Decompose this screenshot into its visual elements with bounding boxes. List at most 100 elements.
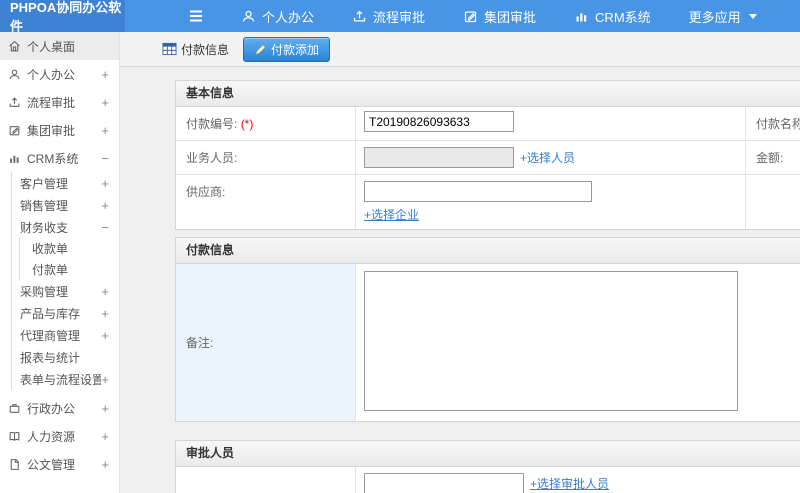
remark-field-cell [356, 264, 800, 421]
expand-indicator[interactable]: + [101, 401, 109, 416]
payment-no-label-cell: 付款编号: (*) [176, 107, 356, 140]
nav-process-approval[interactable]: 流程审批 [336, 0, 441, 32]
nav-label: 集团审批 [484, 9, 537, 25]
expand-indicator[interactable]: + [101, 306, 109, 321]
nav-label: 更多应用 [688, 9, 741, 25]
sidebar-item-label: 收款单 [32, 242, 69, 256]
crm-submenu: 客户管理 + 销售管理 + 财务收支 − 收款单 付款单 采购管理 + 产品与库… [11, 172, 119, 390]
sidebar-item-label: 流程审批 [27, 95, 76, 110]
form-row-remark: 备注: [176, 264, 800, 421]
sidebar-item-label: 个人桌面 [27, 39, 76, 54]
top-header: PHPOA协同办公软件 个人办公 流程审批 集团审批 CRM系统 更多应用 [0, 0, 800, 34]
expand-indicator[interactable]: + [101, 176, 109, 191]
expand-indicator[interactable]: + [101, 328, 109, 343]
tab-payment-add[interactable]: 付款添加 [243, 36, 331, 62]
empty-label-cell [746, 175, 800, 229]
sidebar-item-agent-mgmt[interactable]: 代理商管理 + [12, 324, 119, 346]
tab-label: 付款信息 [181, 42, 230, 57]
briefcase-icon [8, 402, 21, 415]
expand-indicator[interactable]: + [101, 457, 109, 472]
tab-label: 付款添加 [271, 42, 320, 57]
expand-indicator[interactable]: − [101, 220, 109, 235]
sidebar-item-label: 付款单 [32, 263, 69, 277]
sidebar-item-purchase-mgmt[interactable]: 采购管理 + [12, 280, 119, 302]
edit-square-icon [463, 9, 478, 24]
app-logo[interactable]: PHPOA协同办公软件 [0, 0, 125, 34]
sidebar-item-hr[interactable]: 人力资源 + [0, 422, 119, 450]
form-row-supplier: 供应商: +选择企业 [176, 175, 800, 229]
field-label: 金额: [756, 151, 784, 165]
select-company-link[interactable]: +选择企业 [364, 206, 419, 223]
document-icon [8, 458, 21, 471]
sidebar-item-label: 集团审批 [27, 123, 76, 138]
sidebar-item-reports-stats[interactable]: 报表与统计 [12, 346, 119, 368]
section-title: 审批人员 [176, 441, 800, 467]
section-basic-info: 基本信息 付款编号: (*) 付款名称: (*) [175, 80, 800, 230]
menu-toggle-icon[interactable] [173, 0, 219, 32]
sidebar-item-finance[interactable]: 财务收支 − [12, 216, 119, 238]
sidebar-item-personal-office[interactable]: 个人办公 + [0, 60, 119, 88]
sidebar-item-label: 表单与流程设置 [20, 372, 102, 387]
nav-more-apps[interactable]: 更多应用 [673, 0, 773, 32]
expand-indicator[interactable]: + [101, 372, 109, 387]
finance-submenu: 收款单 付款单 [19, 238, 119, 280]
supplier-field-cell: +选择企业 [356, 175, 746, 229]
expand-indicator[interactable]: + [101, 284, 109, 299]
payment-add-form: 基本信息 付款编号: (*) 付款名称: (*) [175, 80, 800, 493]
select-person-link[interactable]: +选择人员 [520, 149, 575, 166]
payment-no-input[interactable] [364, 111, 514, 132]
sidebar-item-document-mgmt[interactable]: 公文管理 + [0, 450, 119, 478]
sidebar: 个人桌面 个人办公 + 流程审批 + 集团审批 + CRM系统 − 客户管理 +… [0, 32, 120, 493]
select-approver-link[interactable]: +选择审批人员 [530, 475, 609, 492]
sidebar-item-label: 公文管理 [27, 457, 76, 472]
section-approval: 审批人员 设置审批人员: (*) +选择审批人员 提醒审批人员: [175, 440, 800, 493]
book-icon [8, 430, 21, 443]
person-icon [241, 9, 256, 24]
field-label: 业务人员: [186, 151, 238, 165]
sidebar-item-sales-mgmt[interactable]: 销售管理 + [12, 194, 119, 216]
form-row-approver: 设置审批人员: (*) +选择审批人员 提醒审批人员: 短消息提示 [176, 467, 800, 493]
expand-indicator[interactable]: + [101, 95, 109, 110]
caret-down-icon [748, 13, 757, 19]
sidebar-item-label: 人力资源 [27, 429, 76, 444]
sidebar-item-customer-mgmt[interactable]: 客户管理 + [12, 172, 119, 194]
sidebar-item-receipt-order[interactable]: 收款单 [20, 238, 119, 259]
submit-icon [8, 96, 21, 109]
remark-label-cell: 备注: [176, 264, 356, 421]
sidebar-item-label: 个人办公 [27, 67, 76, 82]
expand-indicator[interactable]: + [101, 198, 109, 213]
sidebar-item-label: 采购管理 [20, 284, 69, 299]
bar-chart-icon [8, 152, 21, 165]
form-row-business-person: 业务人员: +选择人员 金额: [176, 141, 800, 175]
sidebar-item-process-approval[interactable]: 流程审批 + [0, 88, 119, 116]
section-payment-info: 付款信息 备注: [175, 237, 800, 422]
sidebar-item-payment-order[interactable]: 付款单 [20, 259, 119, 280]
expand-indicator[interactable]: + [101, 67, 109, 82]
sidebar-item-product-inventory[interactable]: 产品与库存 + [12, 302, 119, 324]
approver-input[interactable] [364, 473, 524, 493]
edit-square-icon [8, 124, 21, 137]
supplier-input[interactable] [364, 181, 592, 202]
nav-group-approval[interactable]: 集团审批 [447, 0, 552, 32]
top-nav: 个人办公 流程审批 集团审批 CRM系统 更多应用 [125, 0, 800, 32]
sidebar-item-label: 行政办公 [27, 401, 76, 416]
sidebar-item-form-process-settings[interactable]: 表单与流程设置 + [12, 368, 119, 390]
expand-indicator[interactable]: + [101, 429, 109, 444]
payment-no-field-cell [356, 107, 746, 140]
expand-indicator[interactable]: − [101, 151, 109, 166]
sidebar-item-crm[interactable]: CRM系统 − [0, 144, 119, 172]
nav-crm[interactable]: CRM系统 [558, 0, 667, 32]
sidebar-item-label: 报表与统计 [20, 350, 81, 365]
sidebar-item-personal-desktop[interactable]: 个人桌面 [0, 32, 119, 60]
expand-indicator[interactable]: + [101, 123, 109, 138]
business-person-input[interactable] [364, 147, 514, 168]
sidebar-item-label: 代理商管理 [20, 328, 81, 343]
tab-payment-info[interactable]: 付款信息 [156, 37, 235, 62]
nav-personal-office[interactable]: 个人办公 [225, 0, 330, 32]
sidebar-item-admin-office[interactable]: 行政办公 + [0, 394, 119, 422]
sidebar-item-group-approval[interactable]: 集团审批 + [0, 116, 119, 144]
remark-textarea[interactable] [364, 271, 738, 411]
table-icon [162, 42, 177, 56]
